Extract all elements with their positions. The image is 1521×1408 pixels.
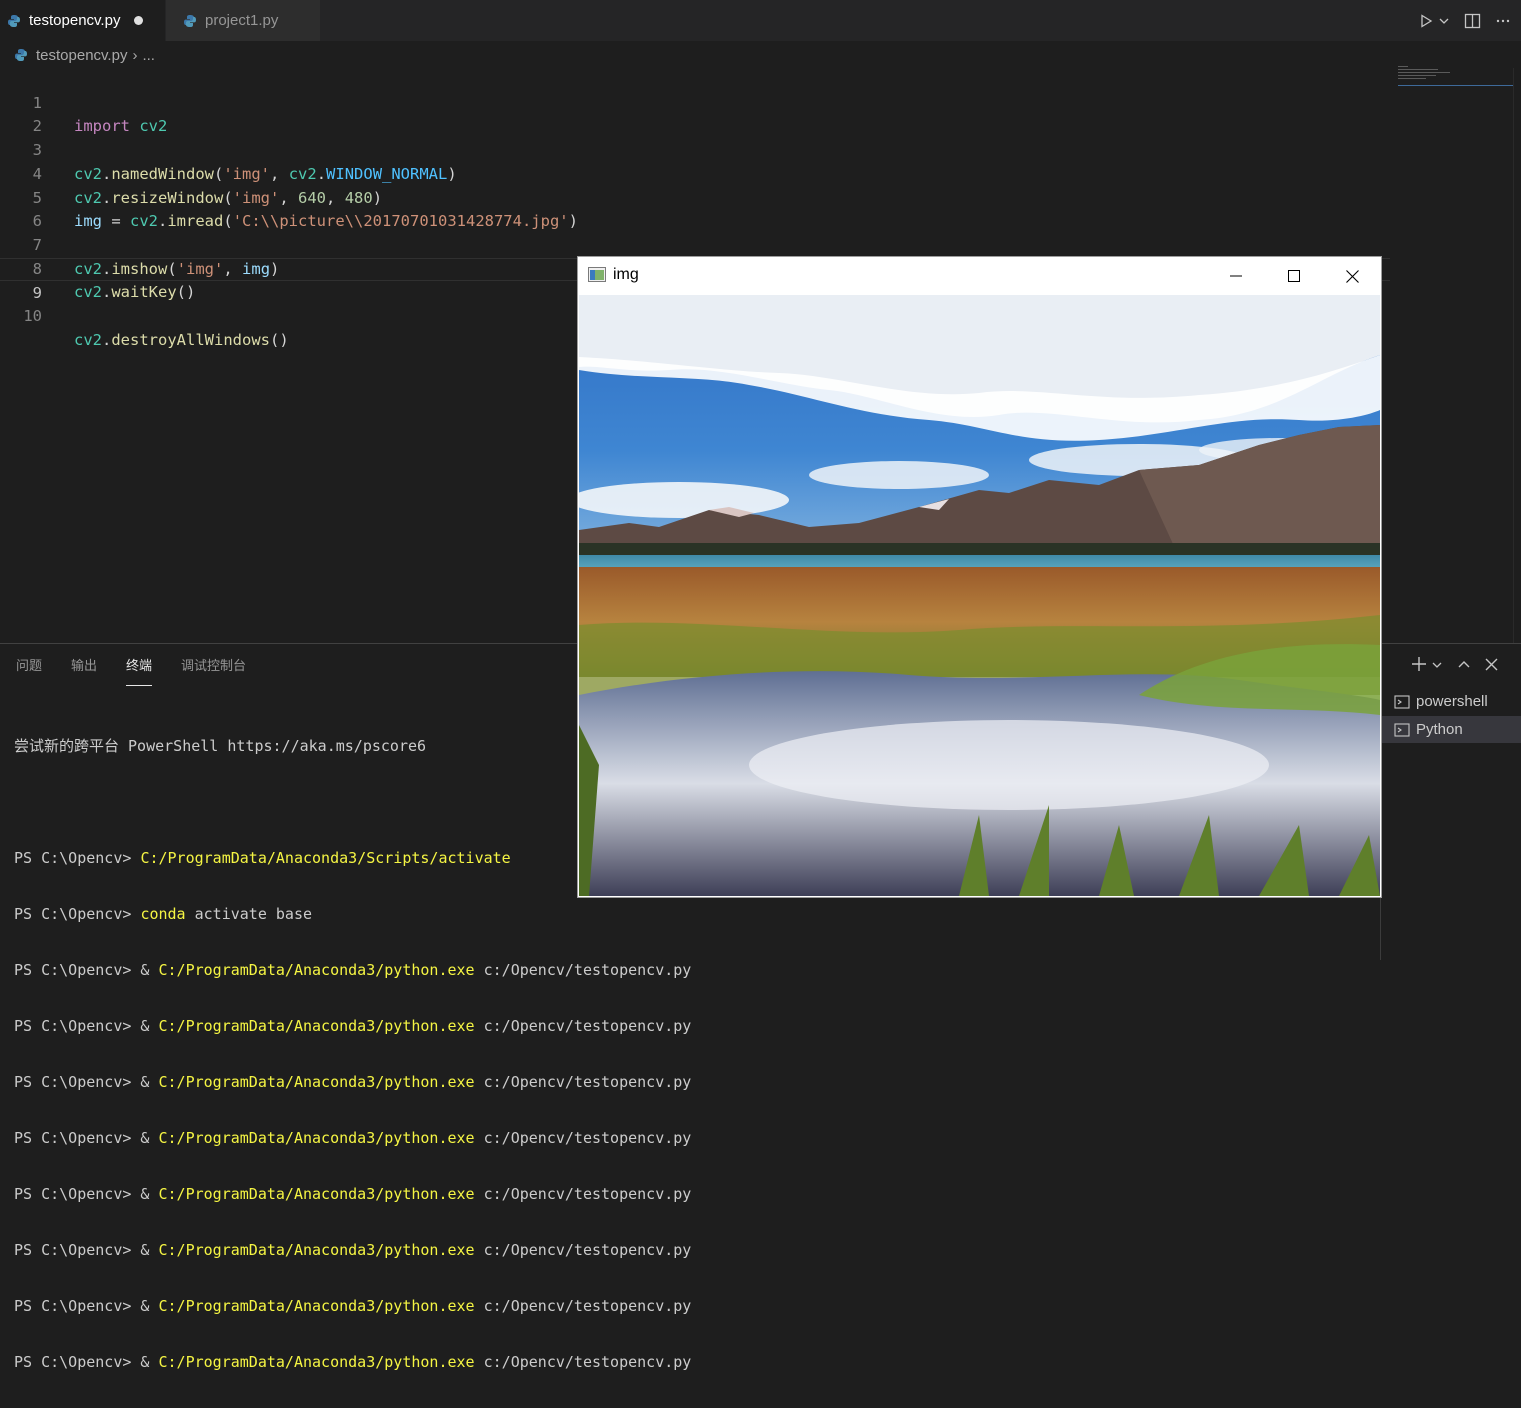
python-file-icon: [15, 49, 27, 61]
line-number: 10: [23, 307, 42, 325]
terminal-actions: [1411, 656, 1498, 677]
code-line: 8 cv2.waitKey(): [0, 234, 1390, 302]
code-line: 3 cv2.namedWindow('img', cv2.WINDOW_NORM…: [0, 115, 1390, 183]
code-line: 5 img = cv2.imread('C:\\picture\\2017070…: [0, 163, 1390, 231]
terminal-item-powershell[interactable]: powershell: [1381, 688, 1521, 715]
chevron-up-icon[interactable]: [1457, 657, 1471, 676]
terminal-line: PS C:\Opencv> & C:/ProgramData/Anaconda3…: [14, 1073, 692, 1091]
editor-actions: [1418, 0, 1511, 41]
terminal-icon: [1394, 722, 1410, 737]
terminal-icon: [1394, 694, 1410, 709]
tab-debug-console[interactable]: 调试控制台: [181, 644, 246, 686]
editor-tab-bar: testopencv.py project1.py: [0, 0, 1521, 41]
terminal-line: PS C:\Opencv> & C:/ProgramData/Anaconda3…: [14, 1353, 692, 1371]
breadcrumb-file[interactable]: testopencv.py: [36, 47, 127, 64]
minimize-icon[interactable]: [1207, 257, 1265, 295]
terminal-item-label: powershell: [1416, 693, 1488, 710]
breadcrumb: testopencv.py › ...: [14, 44, 155, 66]
run-icon[interactable]: [1418, 13, 1450, 29]
terminal-line: PS C:\Opencv> & C:/ProgramData/Anaconda3…: [14, 1185, 692, 1203]
editor-scrollbar[interactable]: [1513, 68, 1521, 643]
unsaved-dot-icon[interactable]: [134, 16, 144, 25]
code-line: 6: [0, 187, 1390, 230]
code-line: 7 cv2.imshow('img', img): [0, 210, 1390, 278]
close-icon[interactable]: [1323, 257, 1381, 295]
panel-tabs: 问题 输出 终端 调试控制台: [16, 644, 246, 686]
window-controls: [1207, 257, 1381, 295]
terminal-line: PS C:\Opencv> & C:/ProgramData/Anaconda3…: [14, 1017, 692, 1035]
tab-project1[interactable]: project1.py: [166, 0, 320, 41]
code-text: cv2.destroyAllWindows(): [74, 330, 289, 349]
window-title: img: [613, 266, 639, 283]
terminal-line: PS C:\Opencv> & C:/ProgramData/Anaconda3…: [14, 1297, 692, 1315]
terminal-line: PS C:\Opencv> conda activate base: [14, 905, 313, 923]
terminal-list: powershell Python: [1380, 644, 1521, 960]
terminal-line: PS C:\Opencv> & C:/ProgramData/Anaconda3…: [14, 1129, 692, 1147]
tab-label: project1.py: [205, 12, 279, 29]
terminal-line: PS C:\Opencv> & C:/ProgramData/Anaconda3…: [14, 1241, 692, 1259]
breadcrumb-symbol[interactable]: ...: [142, 47, 155, 64]
tab-problems[interactable]: 问题: [16, 644, 42, 686]
code-line: 4 cv2.resizeWindow('img', 640, 480): [0, 139, 1390, 207]
minimap-slider[interactable]: [1398, 85, 1513, 86]
tab-label: testopencv.py: [29, 12, 121, 29]
close-icon[interactable]: [1485, 658, 1498, 676]
split-editor-icon[interactable]: [1464, 13, 1481, 29]
code-line: 2: [0, 92, 1390, 135]
terminal-item-label: Python: [1416, 721, 1463, 738]
terminal-item-python[interactable]: Python: [1381, 716, 1521, 743]
ellipsis-icon[interactable]: [1495, 13, 1511, 29]
breadcrumb-separator: ›: [132, 46, 138, 64]
terminal-line: PS C:\Opencv> & C:/ProgramData/Anaconda3…: [14, 961, 692, 979]
python-file-icon: [184, 14, 196, 27]
tab-output[interactable]: 输出: [71, 644, 97, 686]
window-title-bar[interactable]: img: [578, 257, 1381, 295]
tab-testopencv[interactable]: testopencv.py: [0, 0, 165, 41]
python-file-icon: [8, 14, 20, 27]
opencv-image-window[interactable]: img: [578, 257, 1381, 897]
plus-icon[interactable]: [1411, 656, 1427, 677]
chevron-down-icon[interactable]: [1431, 658, 1443, 676]
code-line: 1 import cv2: [0, 68, 1390, 136]
app-window-icon: [588, 267, 606, 282]
landscape-photo: [579, 295, 1380, 896]
chevron-down-icon[interactable]: [1438, 15, 1450, 27]
maximize-icon[interactable]: [1265, 257, 1323, 295]
tab-terminal[interactable]: 终端: [126, 644, 153, 686]
